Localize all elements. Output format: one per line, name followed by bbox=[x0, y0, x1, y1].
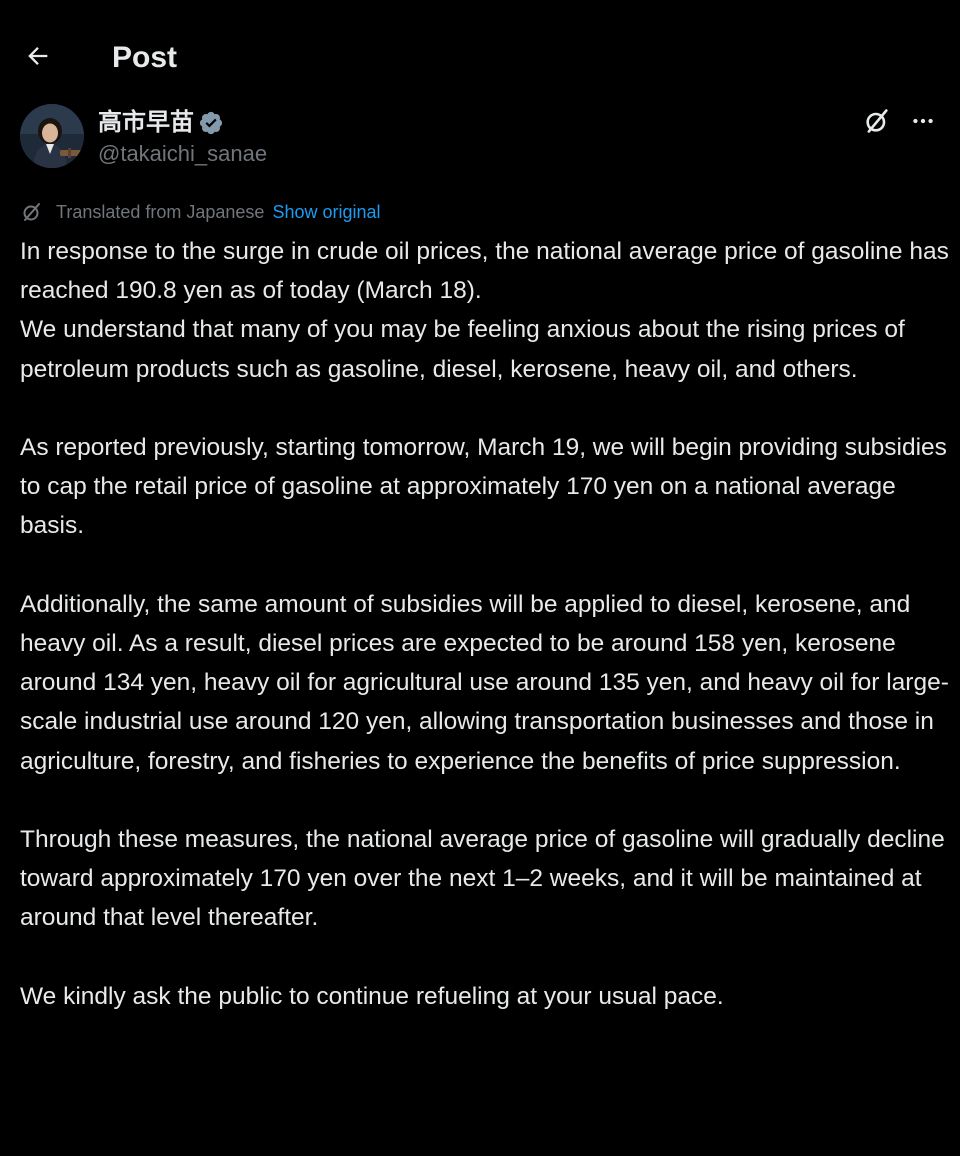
avatar[interactable] bbox=[20, 104, 84, 168]
more-options-button[interactable] bbox=[906, 106, 940, 140]
grok-button[interactable] bbox=[860, 106, 894, 140]
post-paragraph: Additionally, the same amount of subsidi… bbox=[20, 590, 949, 775]
display-name[interactable]: 高市早苗 bbox=[98, 108, 194, 138]
display-name-row: 高市早苗 bbox=[98, 108, 224, 138]
page-title: Post bbox=[112, 41, 178, 74]
post-paragraph: Through these measures, the national ave… bbox=[20, 826, 945, 932]
post-author: 高市早苗 @takaichi_sanae bbox=[20, 104, 940, 174]
back-button[interactable] bbox=[18, 38, 58, 78]
post-paragraph: We kindly ask the public to continue ref… bbox=[20, 982, 724, 1010]
grok-icon bbox=[20, 200, 44, 224]
arrow-left-icon bbox=[24, 42, 52, 75]
show-original-link[interactable]: Show original bbox=[272, 198, 380, 226]
verified-badge-icon[interactable] bbox=[198, 110, 224, 136]
post-header: Post bbox=[0, 0, 960, 110]
grok-icon bbox=[863, 107, 891, 140]
post-text: In response to the surge in crude oil pr… bbox=[20, 232, 950, 1016]
translation-notice: Translated from Japanese Show original bbox=[20, 198, 381, 226]
translated-label: Translated from Japanese bbox=[56, 202, 265, 222]
post-paragraph: As reported previously, starting tomorro… bbox=[20, 434, 947, 540]
post-paragraph: In response to the surge in crude oil pr… bbox=[20, 238, 949, 383]
more-horizontal-icon bbox=[910, 108, 936, 139]
user-handle[interactable]: @takaichi_sanae bbox=[98, 140, 267, 168]
